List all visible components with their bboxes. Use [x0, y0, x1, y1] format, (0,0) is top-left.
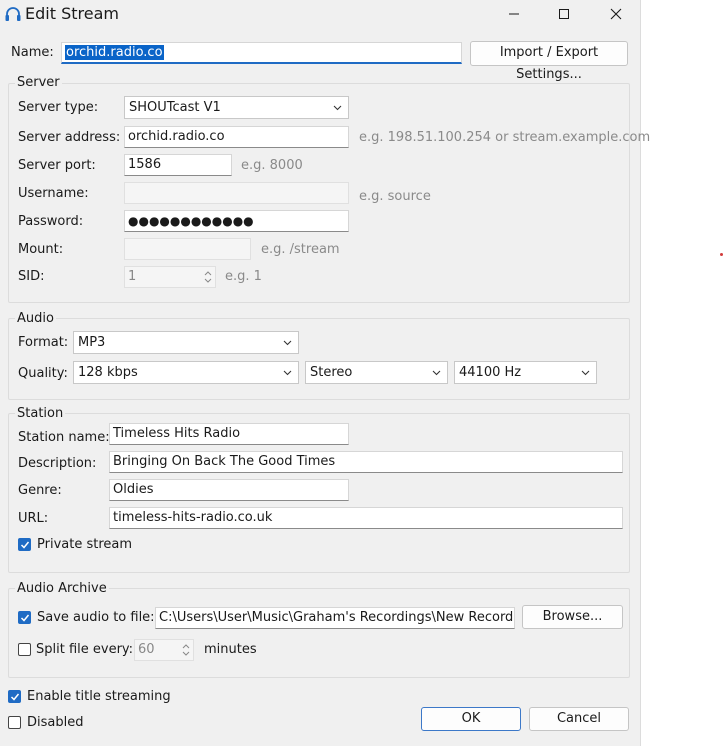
name-field-value: orchid.radio.co [65, 45, 164, 60]
sample-rate-value: 44100 Hz [459, 365, 522, 380]
genre-field[interactable]: Oldies [109, 479, 349, 501]
enable-title-streaming-label[interactable]: Enable title streaming [27, 689, 171, 704]
sid-hint: e.g. 1 [225, 269, 262, 284]
username-label: Username: [18, 186, 89, 201]
format-select[interactable]: MP3 [73, 331, 299, 354]
chevron-down-icon [283, 340, 292, 346]
close-icon [610, 8, 622, 20]
format-label: Format: [18, 335, 69, 350]
url-label: URL: [18, 511, 49, 526]
audio-group-title: Audio [15, 311, 56, 326]
format-value: MP3 [78, 335, 106, 350]
chevron-down-icon [581, 370, 590, 376]
server-type-value: SHOUTcast V1 [129, 100, 221, 115]
server-port-field[interactable]: 1586 [124, 154, 232, 176]
mount-label: Mount: [18, 242, 64, 257]
audio-archive-group-title: Audio Archive [15, 581, 109, 596]
password-label: Password: [18, 214, 84, 229]
headphones-icon [4, 5, 22, 23]
disabled-checkbox[interactable] [8, 716, 21, 729]
split-file-label[interactable]: Split file every: [36, 642, 133, 657]
username-field[interactable] [124, 182, 349, 204]
private-stream-label[interactable]: Private stream [37, 537, 132, 552]
description-label: Description: [18, 456, 97, 471]
spin-arrows-icon [204, 271, 212, 283]
server-group-title: Server [15, 75, 62, 90]
stray-red-dot [720, 253, 723, 256]
server-type-select[interactable]: SHOUTcast V1 [124, 96, 349, 119]
edit-stream-dialog: Edit Stream Name: orchid.radio.co Import… [0, 0, 650, 746]
ok-button[interactable]: OK [421, 707, 521, 731]
spin-arrows-icon [182, 644, 190, 656]
url-field[interactable]: timeless-hits-radio.co.uk [109, 507, 623, 529]
bitrate-value: 128 kbps [78, 365, 138, 380]
genre-label: Genre: [18, 483, 62, 498]
close-button[interactable] [592, 0, 640, 28]
cancel-button[interactable]: Cancel [529, 707, 629, 731]
minimize-icon [509, 13, 519, 15]
description-field[interactable]: Bringing On Back The Good Times [109, 451, 623, 473]
split-file-checkbox[interactable] [18, 643, 31, 656]
sid-value: 1 [128, 269, 137, 284]
mount-hint: e.g. /stream [261, 242, 340, 257]
save-audio-label[interactable]: Save audio to file: [37, 610, 155, 625]
title-bar: Edit Stream [0, 0, 640, 28]
server-port-hint: e.g. 8000 [241, 158, 303, 173]
checkmark-icon [10, 693, 20, 701]
import-export-settings-button[interactable]: Import / Export Settings... [470, 41, 628, 82]
checkmark-icon [20, 541, 30, 549]
split-minutes-value: 60 [138, 642, 155, 657]
checkmark-icon [20, 614, 30, 622]
private-stream-checkbox[interactable] [18, 538, 31, 551]
username-hint: e.g. source [359, 189, 431, 204]
minimize-button[interactable] [490, 0, 538, 28]
sample-rate-select[interactable]: 44100 Hz [454, 361, 597, 384]
maximize-icon [559, 9, 569, 19]
sid-stepper[interactable]: 1 [124, 266, 216, 288]
station-name-field[interactable]: Timeless Hits Radio [109, 423, 349, 445]
split-minutes-stepper[interactable]: 60 [134, 639, 194, 661]
station-group-title: Station [15, 406, 66, 421]
split-minutes-unit: minutes [204, 642, 257, 657]
password-field[interactable]: ●●●●●●●●●●●● [124, 210, 349, 232]
audio-archive-group [8, 588, 630, 678]
channels-value: Stereo [310, 365, 353, 380]
station-name-label: Station name: [18, 430, 110, 445]
bitrate-select[interactable]: 128 kbps [73, 361, 299, 384]
archive-path-field[interactable]: C:\Users\User\Music\Graham's Recordings\… [155, 607, 515, 629]
server-address-label: Server address: [18, 130, 121, 145]
server-address-field[interactable]: orchid.radio.co [124, 126, 349, 148]
chevron-down-icon [283, 370, 292, 376]
window-title: Edit Stream [25, 4, 119, 23]
chevron-down-icon [432, 370, 441, 376]
mount-field[interactable] [124, 238, 251, 260]
server-address-hint: e.g. 198.51.100.254 or stream.example.co… [359, 130, 651, 145]
maximize-button[interactable] [540, 0, 588, 28]
name-field[interactable]: orchid.radio.co [61, 42, 462, 64]
chevron-down-icon [333, 105, 342, 111]
quality-label: Quality: [18, 366, 68, 381]
name-label: Name: [11, 45, 54, 60]
server-type-label: Server type: [18, 100, 99, 115]
enable-title-streaming-checkbox[interactable] [8, 690, 21, 703]
channels-select[interactable]: Stereo [305, 361, 448, 384]
server-port-label: Server port: [18, 158, 96, 173]
browse-button[interactable]: Browse... [522, 605, 623, 629]
sid-label: SID: [18, 269, 45, 284]
save-audio-checkbox[interactable] [18, 611, 31, 624]
disabled-label[interactable]: Disabled [27, 715, 83, 730]
